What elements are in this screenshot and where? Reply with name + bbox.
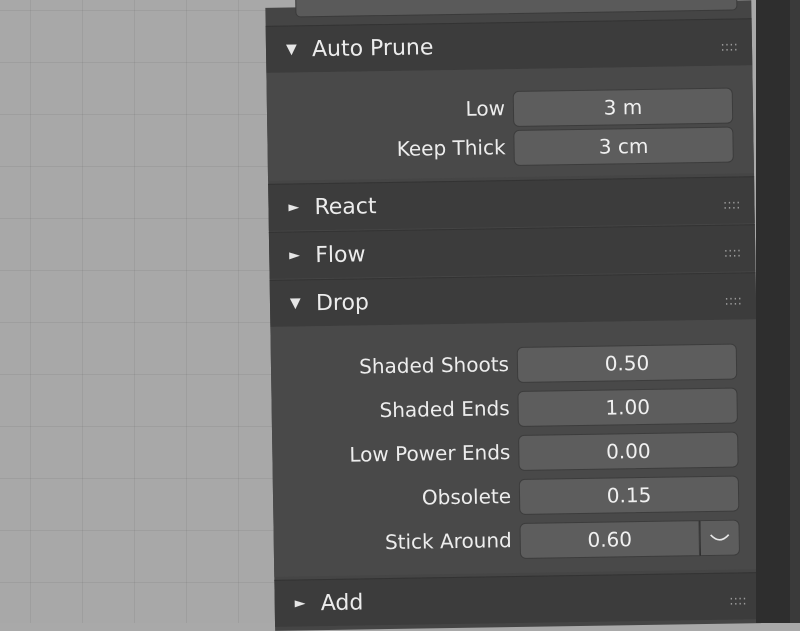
shaded-ends-value-field[interactable]: 1.00: [517, 387, 738, 427]
stick-around-value-field[interactable]: 0.60: [519, 520, 701, 559]
section-header-react[interactable]: ► React ::::: [268, 176, 755, 231]
section-header-drop[interactable]: ▼ Drop ::::: [269, 272, 757, 327]
drag-grip-icon[interactable]: ::::: [724, 293, 742, 308]
chevron-down-icon: [710, 534, 730, 541]
section-title: Drop: [315, 289, 370, 316]
collapsed-arrow-icon: ►: [289, 247, 301, 264]
section-header-add[interactable]: ► Add ::::: [274, 572, 762, 627]
field-label: Shaded Shoots: [359, 352, 510, 379]
field-row-stick-around: Stick Around 0.60: [274, 519, 761, 565]
section-header-flow[interactable]: ► Flow ::::: [268, 224, 756, 279]
panel-scroll-region[interactable]: [756, 0, 800, 623]
auto-prune-body: Low 3 m Keep Thick 3 cm: [266, 65, 755, 181]
scrollbar-track[interactable]: [790, 0, 800, 623]
collapsed-arrow-icon: ►: [288, 199, 300, 216]
collapsed-arrow-icon: ►: [294, 595, 306, 612]
field-row-low: Low 3 m: [267, 87, 754, 133]
drag-grip-icon[interactable]: ::::: [723, 197, 741, 212]
field-label: Stick Around: [384, 528, 512, 555]
section-title: Add: [320, 589, 364, 616]
expanded-arrow-icon: ▼: [289, 295, 301, 312]
section-title: React: [314, 193, 377, 220]
partial-top-field[interactable]: [295, 0, 738, 18]
field-row-shaded-ends: Shaded Ends 1.00: [271, 387, 758, 433]
drag-grip-icon[interactable]: ::::: [729, 593, 747, 608]
field-row-keep-thick: Keep Thick 3 cm: [267, 126, 754, 172]
field-row-shaded-shoots: Shaded Shoots 0.50: [271, 343, 758, 389]
low-value-field[interactable]: 3 m: [512, 87, 734, 128]
shaded-shoots-value-field[interactable]: 0.50: [516, 343, 738, 383]
drag-grip-icon[interactable]: ::::: [720, 39, 738, 54]
expanded-arrow-icon: ▼: [285, 41, 297, 58]
field-label: Obsolete: [421, 484, 512, 510]
field-label: Low: [465, 96, 506, 121]
3d-viewport[interactable]: [0, 0, 290, 623]
drag-grip-icon[interactable]: ::::: [724, 245, 742, 260]
field-label: Low Power Ends: [349, 440, 511, 467]
drop-body: Shaded Shoots 0.50 Shaded Ends 1.00 Low …: [270, 319, 761, 577]
field-row-obsolete: Obsolete 0.15: [273, 475, 760, 521]
field-label: Shaded Ends: [379, 396, 510, 423]
field-row-low-power-ends: Low Power Ends 0.00: [272, 431, 759, 477]
obsolete-value-field[interactable]: 0.15: [518, 475, 740, 515]
field-label: Keep Thick: [396, 135, 506, 161]
low-power-ends-value-field[interactable]: 0.00: [518, 431, 739, 471]
properties-panel: ▼ Auto Prune :::: Low 3 m Keep Thick 3 c…: [265, 0, 762, 631]
stick-around-dropdown-button[interactable]: [699, 519, 741, 557]
section-header-auto-prune[interactable]: ▼ Auto Prune ::::: [265, 18, 753, 73]
section-title: Flow: [315, 241, 366, 268]
section-title: Auto Prune: [311, 34, 434, 62]
keep-thick-value-field[interactable]: 3 cm: [513, 126, 734, 167]
